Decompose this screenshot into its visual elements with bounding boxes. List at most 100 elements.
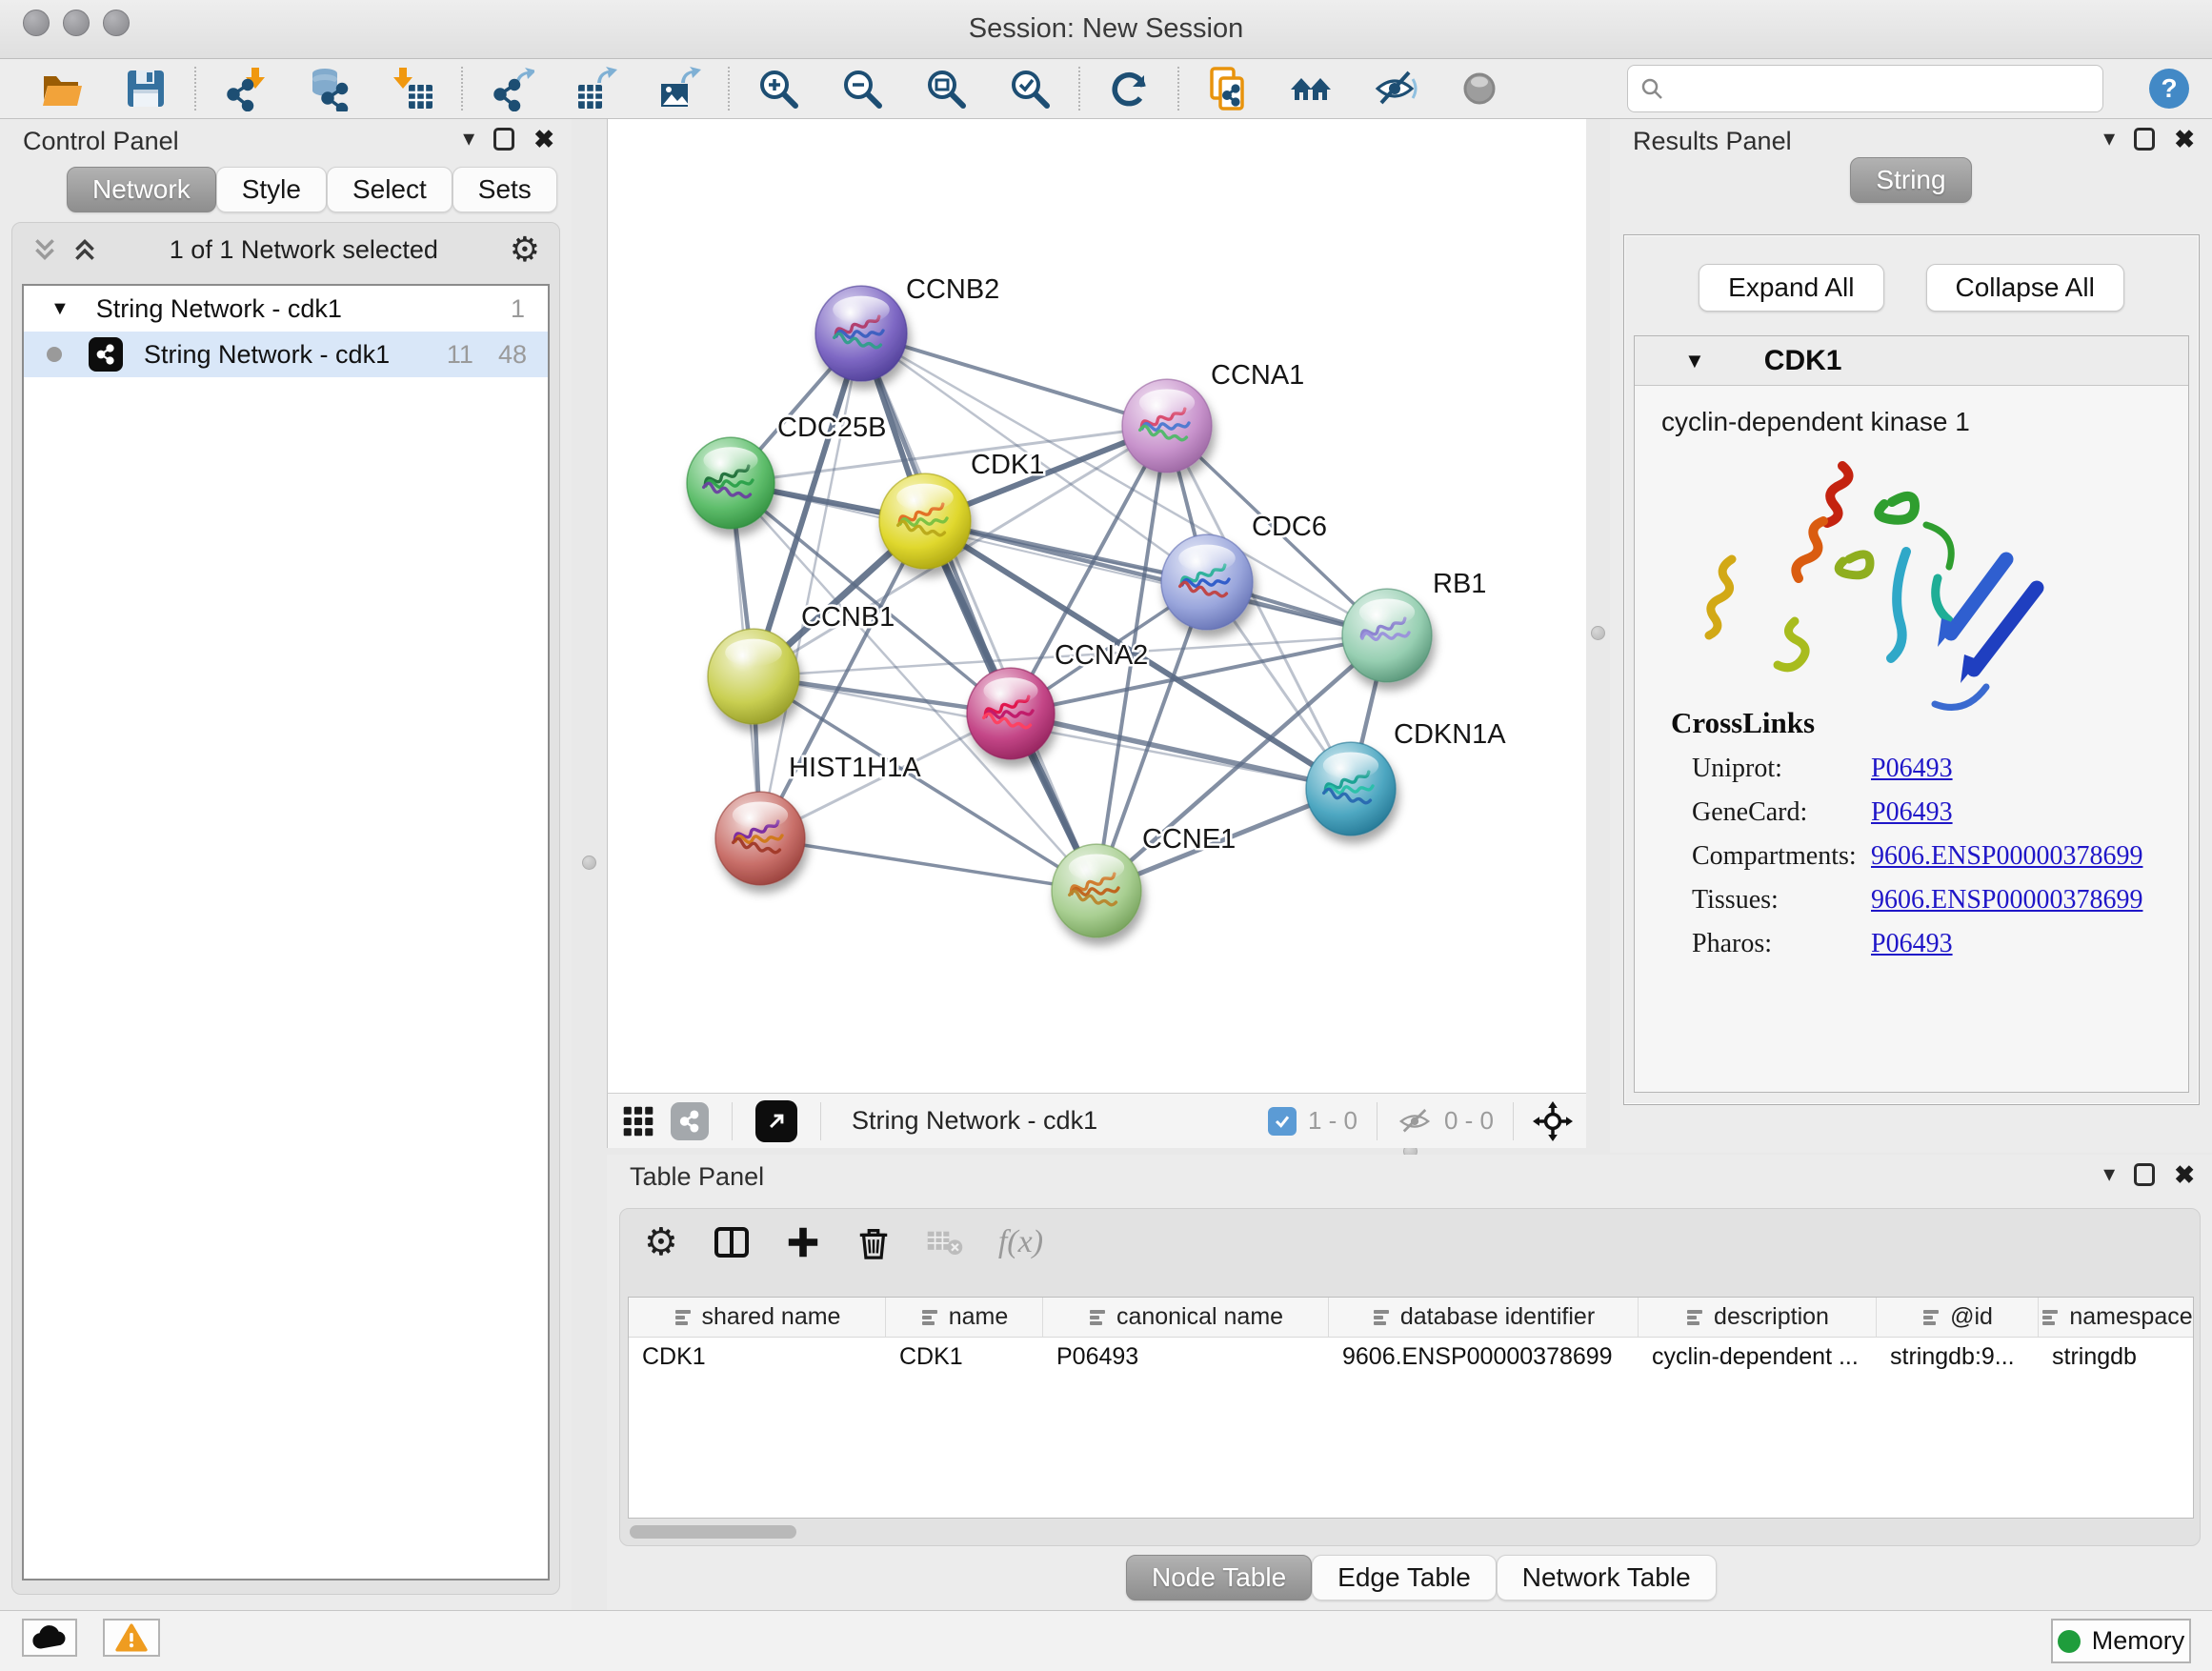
help-button[interactable]: ? — [2145, 65, 2193, 112]
network-options-gear-icon[interactable]: ⚙ — [510, 231, 540, 270]
tab-node-table[interactable]: Node Table — [1126, 1555, 1312, 1601]
selected-nodes-checkbox[interactable] — [1268, 1107, 1297, 1136]
search-field[interactable] — [1627, 65, 2103, 112]
tab-sets[interactable]: Sets — [452, 167, 557, 212]
export-table-button[interactable] — [572, 65, 619, 112]
save-session-button[interactable] — [122, 65, 170, 112]
close-panel-icon[interactable]: ✖ — [533, 127, 554, 151]
table-row[interactable]: CDK1 CDK1 P06493 9606.ENSP00000378699 cy… — [629, 1338, 2193, 1376]
import-table-file-button[interactable] — [389, 65, 436, 112]
tab-style[interactable]: Style — [216, 167, 327, 212]
zoom-fit-button[interactable] — [922, 65, 970, 112]
cloud-status-button[interactable] — [22, 1619, 77, 1657]
collapse-all-button[interactable]: Collapse All — [1926, 264, 2124, 312]
tab-network-table[interactable]: Network Table — [1497, 1555, 1717, 1601]
panel-menu-icon[interactable]: ▾ — [2103, 128, 2115, 151]
node-RB1 — [1342, 589, 1432, 682]
search-input[interactable] — [1672, 70, 2091, 108]
refresh-button[interactable] — [1105, 65, 1153, 112]
table-horizontal-scrollbar[interactable] — [630, 1525, 2190, 1539]
import-network-database-button[interactable] — [305, 65, 352, 112]
gene-description: cyclin-dependent kinase 1 — [1661, 407, 2188, 437]
table-panel-title: Table Panel — [630, 1162, 764, 1192]
node-table[interactable]: shared name name canonical name database… — [628, 1297, 2194, 1519]
export-image-button[interactable] — [655, 65, 703, 112]
search-icon — [1639, 76, 1664, 101]
column-header[interactable]: shared name — [629, 1298, 886, 1337]
show-columns-icon[interactable] — [713, 1223, 751, 1261]
zoom-selected-button[interactable] — [1006, 65, 1054, 112]
collapse-all-chevron-icon[interactable] — [31, 236, 58, 263]
column-header[interactable]: database identifier — [1329, 1298, 1639, 1337]
edge-HIST1H1A-CCNE1 — [760, 838, 1096, 891]
hidden-eye-icon[interactable] — [1397, 1107, 1433, 1136]
column-edit-icon — [674, 1308, 693, 1327]
node-CDC6 — [1161, 534, 1253, 630]
panel-menu-icon[interactable]: ▾ — [2103, 1163, 2115, 1186]
float-panel-icon[interactable] — [493, 128, 514, 151]
svg-text:?: ? — [2161, 73, 2177, 103]
right-splitter[interactable] — [1586, 119, 1610, 1153]
zoom-in-button[interactable] — [754, 65, 802, 112]
table-settings-gear-icon[interactable]: ⚙ — [644, 1220, 678, 1264]
node-label-CCNE1: CCNE1 — [1142, 824, 1236, 855]
tab-network[interactable]: Network — [67, 167, 216, 212]
collection-count: 1 — [511, 294, 525, 324]
expand-all-chevron-icon[interactable] — [71, 236, 98, 263]
column-header[interactable]: name — [886, 1298, 1043, 1337]
crosslink-link[interactable]: 9606.ENSP00000378699 — [1871, 885, 2142, 916]
import-network-file-button[interactable] — [221, 65, 269, 112]
column-header[interactable]: canonical name — [1043, 1298, 1329, 1337]
add-column-icon[interactable] — [785, 1224, 821, 1260]
collection-expand-icon[interactable]: ▼ — [50, 298, 70, 320]
memory-button[interactable]: Memory — [2051, 1619, 2191, 1663]
network-share-icon[interactable] — [671, 1102, 709, 1140]
crosslink-link[interactable]: P06493 — [1871, 754, 1953, 784]
show-details-eye-button[interactable] — [1456, 65, 1503, 112]
clone-network-button[interactable] — [1204, 65, 1252, 112]
app-window: Session: New Session — [0, 0, 2212, 1671]
gene-collapse-icon[interactable]: ▼ — [1684, 349, 1705, 373]
close-panel-icon[interactable]: ✖ — [2174, 127, 2195, 151]
gene-name: CDK1 — [1764, 345, 1842, 377]
expand-all-button[interactable]: Expand All — [1699, 264, 1883, 312]
left-splitter[interactable] — [572, 119, 607, 1610]
crosslink-label: GeneCard: — [1692, 797, 1871, 828]
protein-structure-image — [1692, 445, 2092, 731]
tab-string[interactable]: String — [1850, 157, 1971, 203]
tab-select[interactable]: Select — [327, 167, 452, 212]
warnings-button[interactable] — [103, 1619, 160, 1657]
gene-header-row[interactable]: ▼ CDK1 — [1635, 336, 2188, 386]
column-header[interactable]: description — [1639, 1298, 1877, 1337]
function-builder-icon-disabled: f(x) — [998, 1224, 1043, 1260]
node-CCNA2 — [967, 668, 1055, 759]
grid-view-icon[interactable] — [621, 1104, 655, 1138]
open-session-button[interactable] — [38, 65, 86, 112]
close-panel-icon[interactable]: ✖ — [2174, 1162, 2195, 1187]
network-canvas[interactable]: CCNB2 CCNA1 CDC25B CDK1 CDC6 RB1 — [607, 119, 1586, 1093]
houses-button[interactable] — [1288, 65, 1336, 112]
network-row-selected[interactable]: String Network - cdk1 11 48 — [24, 332, 548, 377]
zoom-out-button[interactable] — [838, 65, 886, 112]
crosslink-link[interactable]: P06493 — [1871, 797, 1953, 828]
edge-CCNB2-CCNA1 — [861, 333, 1167, 426]
birdseye-view-icon[interactable] — [755, 1100, 797, 1142]
crosslink-link[interactable]: 9606.ENSP00000378699 — [1871, 841, 2142, 872]
hide-details-eye-button[interactable] — [1372, 65, 1419, 112]
column-edit-icon — [1685, 1308, 1704, 1327]
network-status-dot-icon — [47, 347, 62, 362]
table-container: ⚙ f(x) shared name name canonical name d… — [619, 1208, 2201, 1546]
crosshair-icon[interactable] — [1533, 1101, 1573, 1141]
network-collection-row[interactable]: ▼ String Network - cdk1 1 — [24, 286, 548, 332]
column-header[interactable]: @id — [1877, 1298, 2039, 1337]
delete-column-icon[interactable] — [855, 1224, 892, 1260]
panel-menu-icon[interactable]: ▾ — [463, 128, 474, 151]
float-panel-icon[interactable] — [2134, 128, 2155, 151]
float-panel-icon[interactable] — [2134, 1163, 2155, 1186]
tab-edge-table[interactable]: Edge Table — [1312, 1555, 1497, 1601]
export-network-button[interactable] — [488, 65, 535, 112]
open-folder-icon — [39, 66, 85, 111]
column-header[interactable]: namespace — [2039, 1298, 2194, 1337]
crosslinks-title: CrossLinks — [1671, 706, 2142, 740]
crosslink-link[interactable]: P06493 — [1871, 929, 1953, 959]
